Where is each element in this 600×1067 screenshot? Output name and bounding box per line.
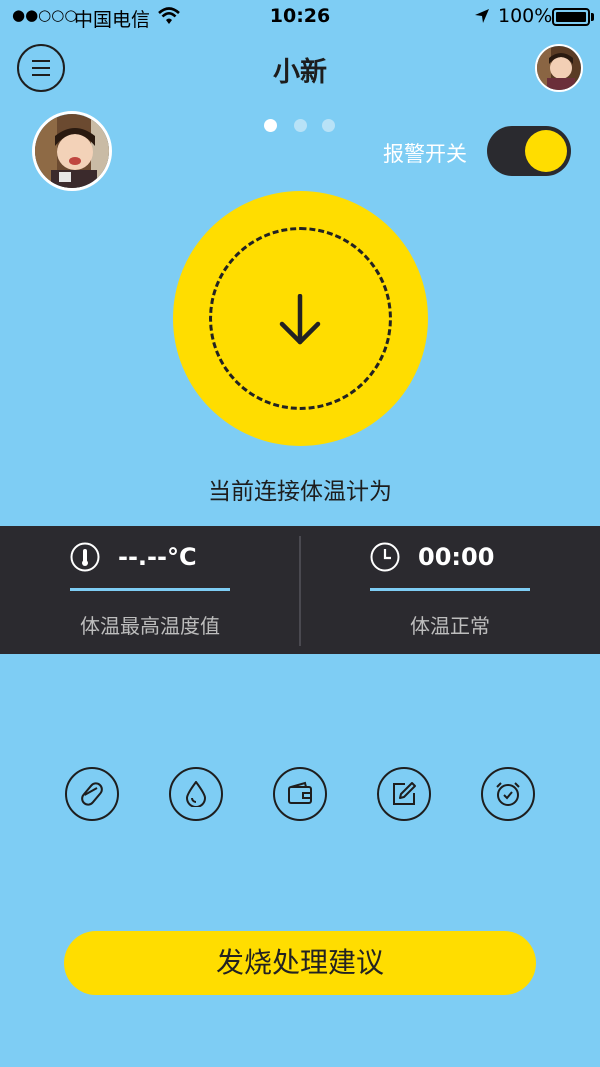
fever-advice-button[interactable]: 发烧处理建议 (64, 931, 536, 995)
max-temperature-value: --.--°C (118, 543, 197, 571)
clock-icon (370, 542, 400, 572)
alarm-toggle[interactable] (487, 126, 571, 176)
connection-status-text: 当前连接体温计为 (208, 479, 392, 505)
temperature-underline (70, 588, 230, 591)
page-dot-active[interactable] (264, 119, 277, 132)
battery-icon (552, 8, 590, 26)
temperature-status-label: 体温正常 (410, 614, 490, 638)
wallet-button[interactable] (273, 767, 327, 821)
medicine-button[interactable] (65, 767, 119, 821)
alarm-clock-icon (496, 782, 520, 806)
time-underline (370, 588, 530, 591)
location-arrow-icon (475, 9, 489, 23)
stats-divider (299, 536, 301, 646)
battery-cap (591, 13, 594, 21)
pill-icon (81, 782, 103, 806)
child-avatar[interactable] (32, 111, 112, 191)
water-button[interactable] (169, 767, 223, 821)
status-bar: ●●○○○ 中国电信 10:26 100% (0, 0, 600, 36)
arrow-down-icon (279, 294, 321, 345)
elapsed-time-value: 00:00 (418, 543, 495, 571)
profile-avatar[interactable] (535, 44, 583, 92)
thermometer-icon (70, 542, 100, 572)
water-drop-icon (185, 781, 207, 807)
notes-button[interactable] (377, 767, 431, 821)
toggle-knob (525, 130, 567, 172)
max-temperature-label: 体温最高温度值 (80, 614, 220, 638)
page-dot[interactable] (322, 119, 335, 132)
page-dot[interactable] (294, 119, 307, 132)
reminder-button[interactable] (481, 767, 535, 821)
battery-percent: 100% (498, 5, 553, 27)
page-indicator[interactable] (262, 119, 342, 133)
edit-note-icon (393, 782, 416, 805)
page-title: 小新 (273, 57, 327, 88)
alarm-switch-label: 报警开关 (383, 142, 467, 166)
wallet-icon (288, 781, 312, 804)
